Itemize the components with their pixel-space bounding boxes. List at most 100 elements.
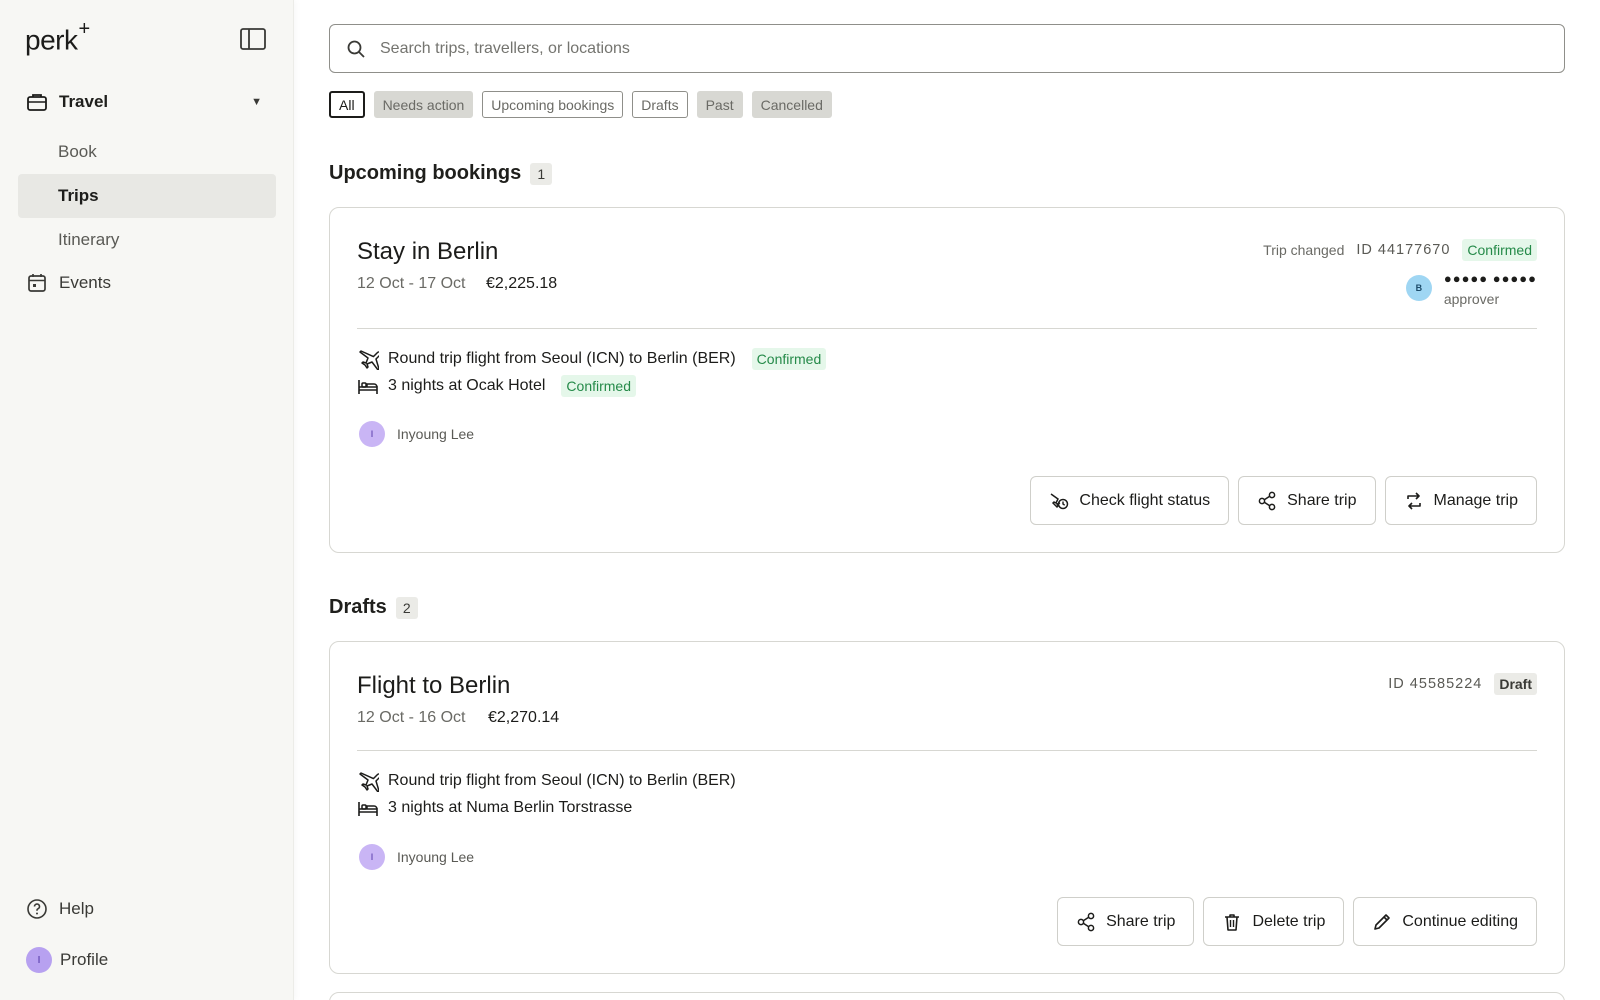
approver-name: ●●●●● ●●●●● [1443,271,1537,286]
traveller-avatar: I [359,421,385,447]
sidebar: perk+ Travel ▼ Book Trips Itinerary Even… [0,0,294,1000]
trip-card-next[interactable] [329,992,1565,1000]
section-upcoming-title: Upcoming bookings 1 [329,162,553,185]
nav-travel-group: Travel ▼ Book Trips Itinerary [18,86,276,262]
profile-label: Profile [60,950,109,969]
flight-status-badge: Confirmed [751,348,827,370]
sidebar-item-events[interactable]: Events [26,272,111,294]
continue-editing-button[interactable]: Continue editing [1353,897,1537,946]
filter-drafts[interactable]: Drafts [632,91,688,118]
status-badge: Confirmed [1462,239,1537,261]
trip-actions: Check flight status Share trip Manage tr… [1030,476,1537,525]
trip-actions: Share trip Delete trip Continue editing [1057,897,1537,946]
filter-needs-action[interactable]: Needs action [373,91,474,118]
chevron-down-icon[interactable]: ▼ [251,96,262,108]
upcoming-count-badge: 1 [530,162,553,185]
filter-all[interactable]: All [329,91,365,118]
hotel-status-badge: Confirmed [561,375,637,397]
pencil-icon [1372,912,1392,932]
sidebar-item-trips[interactable]: Trips [18,174,276,218]
bed-icon [357,797,379,819]
sidebar-item-itinerary[interactable]: Itinerary [18,218,276,262]
share-trip-label: Share trip [1106,912,1176,930]
trip-dates: 12 Oct - 16 Oct [357,709,466,726]
trip-card-flight-to-berlin[interactable]: Flight to Berlin 12 Oct - 16 Oct €2,270.… [329,641,1565,974]
hotel-text: 3 nights at Ocak Hotel [388,377,546,394]
check-flight-status-button[interactable]: Check flight status [1030,476,1230,525]
sidebar-item-help[interactable]: Help [26,898,94,920]
sidebar-item-profile[interactable]: I Profile [26,947,108,973]
filter-chips: All Needs action Upcoming bookings Draft… [329,91,832,118]
trip-dates: 12 Oct - 17 Oct [357,275,466,292]
filter-cancelled[interactable]: Cancelled [751,91,832,118]
trip-title: Flight to Berlin [357,672,511,699]
delete-trip-button[interactable]: Delete trip [1203,897,1345,946]
flight-text: Round trip flight from Seoul (ICN) to Be… [388,772,736,789]
traveller: I Inyoung Lee [359,844,474,870]
section-drafts-title: Drafts 2 [329,596,418,619]
help-label: Help [59,899,94,918]
manage-trip-button[interactable]: Manage trip [1384,476,1537,525]
avatar: I [26,947,52,973]
status-badge: Draft [1494,673,1537,695]
nav-travel[interactable]: Travel ▼ [18,86,276,118]
trip-changed-label: Trip changed [1263,242,1345,258]
share-trip-button[interactable]: Share trip [1238,476,1376,525]
share-trip-label: Share trip [1287,491,1357,509]
share-icon [1257,491,1277,511]
drafts-count-badge: 2 [395,596,418,619]
traveller-name: Inyoung Lee [397,849,475,865]
traveller-avatar: I [359,844,385,870]
search-input[interactable] [380,39,1480,58]
approver-role: approver [1443,291,1500,307]
search-icon [347,40,365,58]
traveller-name: Inyoung Lee [397,426,475,442]
manage-trip-label: Manage trip [1433,491,1519,509]
bed-icon [357,375,379,397]
plane-icon [357,770,379,792]
approver: B ●●●●● ●●●●● approver [1405,271,1537,307]
flight-line: Round trip flight from Seoul (ICN) to Be… [357,770,736,792]
events-label: Events [59,273,111,292]
filter-past[interactable]: Past [696,91,743,118]
sidebar-toggle-icon[interactable] [240,28,266,50]
trip-id: ID 45585224 [1388,676,1483,692]
hotel-line: 3 nights at Ocak Hotel Confirmed [357,375,637,397]
card-divider [357,750,1537,751]
filter-upcoming[interactable]: Upcoming bookings [482,91,624,118]
continue-editing-label: Continue editing [1402,912,1518,930]
calendar-icon [26,272,48,294]
logo-text: perk [25,24,78,56]
section-upcoming-label: Upcoming bookings [329,162,522,184]
share-icon [1076,912,1096,932]
plane-icon [357,348,379,370]
trip-meta: ID 45585224 Draft [1388,673,1537,695]
trip-card-stay-in-berlin[interactable]: Stay in Berlin 12 Oct - 17 Oct €2,225.18… [329,207,1565,553]
hotel-text: 3 nights at Numa Berlin Torstrasse [388,799,633,816]
approver-avatar: B [1405,275,1432,301]
share-trip-button[interactable]: Share trip [1057,897,1195,946]
flight-status-icon [1049,491,1069,511]
manage-icon [1404,491,1424,511]
briefcase-icon [26,91,48,113]
hotel-line: 3 nights at Numa Berlin Torstrasse [357,797,632,819]
card-divider [357,328,1537,329]
flight-text: Round trip flight from Seoul (ICN) to Be… [388,350,736,367]
logo-mark: + [78,18,90,40]
trash-icon [1222,912,1242,932]
trip-title: Stay in Berlin [357,238,499,265]
trip-meta: Trip changed ID 44177670 Confirmed [1263,239,1537,261]
perk-logo[interactable]: perk+ [25,18,90,56]
flight-line: Round trip flight from Seoul (ICN) to Be… [357,348,827,370]
search-bar[interactable] [329,24,1565,73]
nav-travel-label: Travel [59,92,109,111]
trip-price: €2,225.18 [486,275,558,292]
sidebar-item-book[interactable]: Book [18,130,276,174]
traveller: I Inyoung Lee [359,421,474,447]
delete-trip-label: Delete trip [1252,912,1326,930]
check-flight-status-label: Check flight status [1079,491,1211,509]
trip-id: ID 44177670 [1356,242,1451,258]
trip-price: €2,270.14 [488,709,560,726]
help-icon [26,898,48,920]
section-drafts-label: Drafts [329,596,387,618]
